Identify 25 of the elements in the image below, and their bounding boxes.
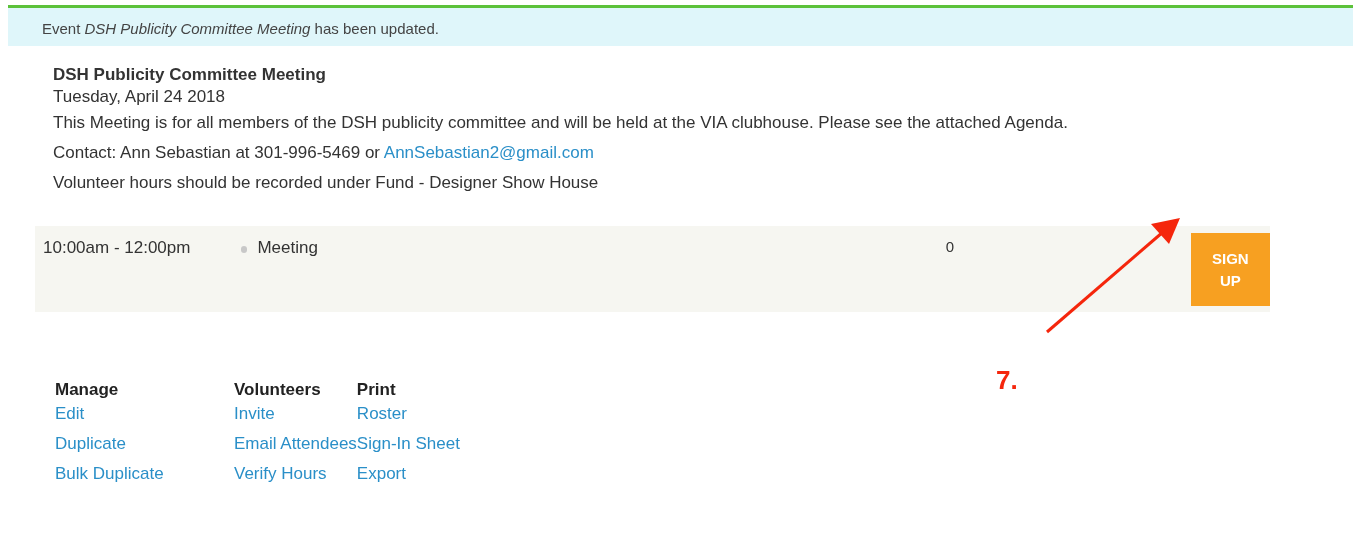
action-link[interactable]: Verify Hours [234, 459, 327, 489]
email-link[interactable]: AnnSebastian2@gmail.com [383, 143, 594, 162]
event-title: DSH Publicity Committee Meeting [53, 64, 327, 86]
action-link[interactable]: Sign-In Sheet [356, 429, 460, 459]
event-description: This Meeting is for all members of the DSH publicity committee and will be held at the VIA clubhouse. Please see the attached Agenda. [53, 112, 1069, 134]
status-dot-icon [240, 246, 248, 253]
attendee-count: 0 [945, 238, 956, 255]
annotation-label: 7. [996, 365, 1018, 396]
sign-up-button[interactable]: SIGN UP [1190, 233, 1270, 306]
action-link[interactable]: Roster [356, 399, 407, 429]
menu-heading: Volunteers [234, 379, 322, 401]
event-date: Tuesday, April 24 2018 [53, 86, 226, 108]
menu-heading: Manage [55, 379, 120, 401]
action-link[interactable]: Duplicate [55, 429, 126, 459]
slot-type: Meeting [257, 238, 319, 258]
contact-line: Contact: Ann Sebastian at 301-996-5469 or AnnSebastian2@gmail.com [53, 142, 595, 164]
volunteer-note: Volunteer hours should be recorded under Fund - Designer Show House [53, 172, 600, 194]
action-link[interactable]: Invite [234, 399, 275, 429]
action-link[interactable]: Bulk Duplicate [55, 459, 164, 489]
time-range: 10:00am - 12:00pm [43, 238, 192, 258]
action-link[interactable]: Email Attendees [234, 429, 357, 459]
notice-message: Event DSH Publicity Committee Meeting has been updated. [42, 20, 439, 37]
action-link[interactable]: Export [356, 459, 406, 489]
action-link[interactable]: Edit [55, 399, 85, 429]
menu-heading: Print [356, 379, 397, 401]
